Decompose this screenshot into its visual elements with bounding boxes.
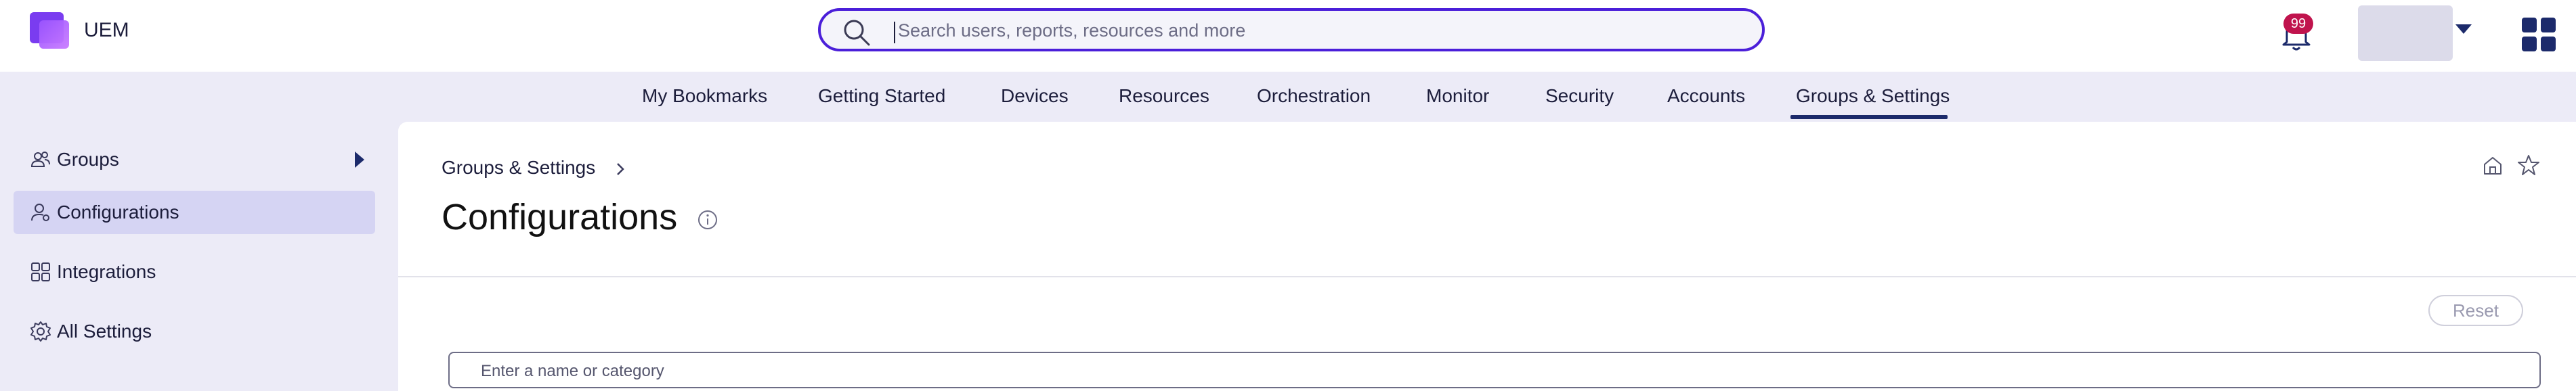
sidebar-item-label: Integrations: [57, 261, 156, 282]
sidebar: Groups Configurations Integrations All S…: [0, 122, 398, 391]
reset-button[interactable]: Reset: [2428, 295, 2523, 326]
search-icon: [844, 20, 870, 46]
app-launcher-grid-icon[interactable]: [2522, 18, 2557, 53]
app-name: UEM: [84, 19, 129, 41]
chevron-right-icon: [617, 163, 624, 175]
divider: [398, 276, 2576, 277]
text-cursor: [894, 22, 895, 43]
app-logo-icon[interactable]: [30, 12, 72, 50]
tab-resources[interactable]: Resources: [1119, 85, 1209, 107]
filter-field[interactable]: [448, 352, 2541, 388]
tab-devices[interactable]: Devices: [1001, 85, 1069, 107]
avatar[interactable]: [2358, 5, 2453, 61]
star-icon[interactable]: [2516, 153, 2541, 177]
tab-my-bookmarks[interactable]: My Bookmarks: [642, 85, 767, 107]
top-header: UEM 99: [0, 0, 2576, 72]
gear-icon: [30, 321, 51, 342]
search-input[interactable]: [897, 15, 1712, 46]
sidebar-item-configurations[interactable]: Configurations: [14, 191, 375, 234]
notification-badge: 99: [2283, 14, 2313, 34]
chevron-right-icon[interactable]: [355, 152, 364, 168]
breadcrumb[interactable]: Groups & Settings: [442, 157, 595, 179]
sidebar-item-label: Configurations: [57, 202, 179, 223]
tab-security[interactable]: Security: [1545, 85, 1614, 107]
info-icon[interactable]: [696, 208, 719, 231]
sidebar-item-integrations[interactable]: Integrations: [14, 250, 375, 294]
page-title: Configurations: [442, 197, 678, 237]
main-nav: My Bookmarks Getting Started Devices Res…: [0, 72, 2576, 122]
tab-accounts[interactable]: Accounts: [1667, 85, 1745, 107]
integrations-icon: [31, 262, 50, 281]
tab-getting-started[interactable]: Getting Started: [818, 85, 945, 107]
tab-groups-and-settings[interactable]: Groups & Settings: [1796, 85, 1950, 107]
main-panel: Groups & Settings Configurations Reset: [398, 122, 2576, 391]
active-tab-indicator: [1790, 115, 1948, 119]
home-icon[interactable]: [2481, 154, 2504, 177]
groups-icon: [30, 152, 50, 167]
global-search[interactable]: [818, 8, 1765, 51]
chevron-down-icon[interactable]: [2455, 24, 2472, 34]
tab-orchestration[interactable]: Orchestration: [1257, 85, 1371, 107]
tab-monitor[interactable]: Monitor: [1426, 85, 1489, 107]
sidebar-item-label: Groups: [57, 149, 119, 170]
filter-input[interactable]: [479, 359, 2446, 384]
sidebar-item-all-settings[interactable]: All Settings: [14, 310, 375, 353]
sidebar-item-label: All Settings: [57, 321, 152, 342]
user-settings-icon: [31, 204, 49, 221]
sidebar-item-groups[interactable]: Groups: [14, 138, 375, 181]
